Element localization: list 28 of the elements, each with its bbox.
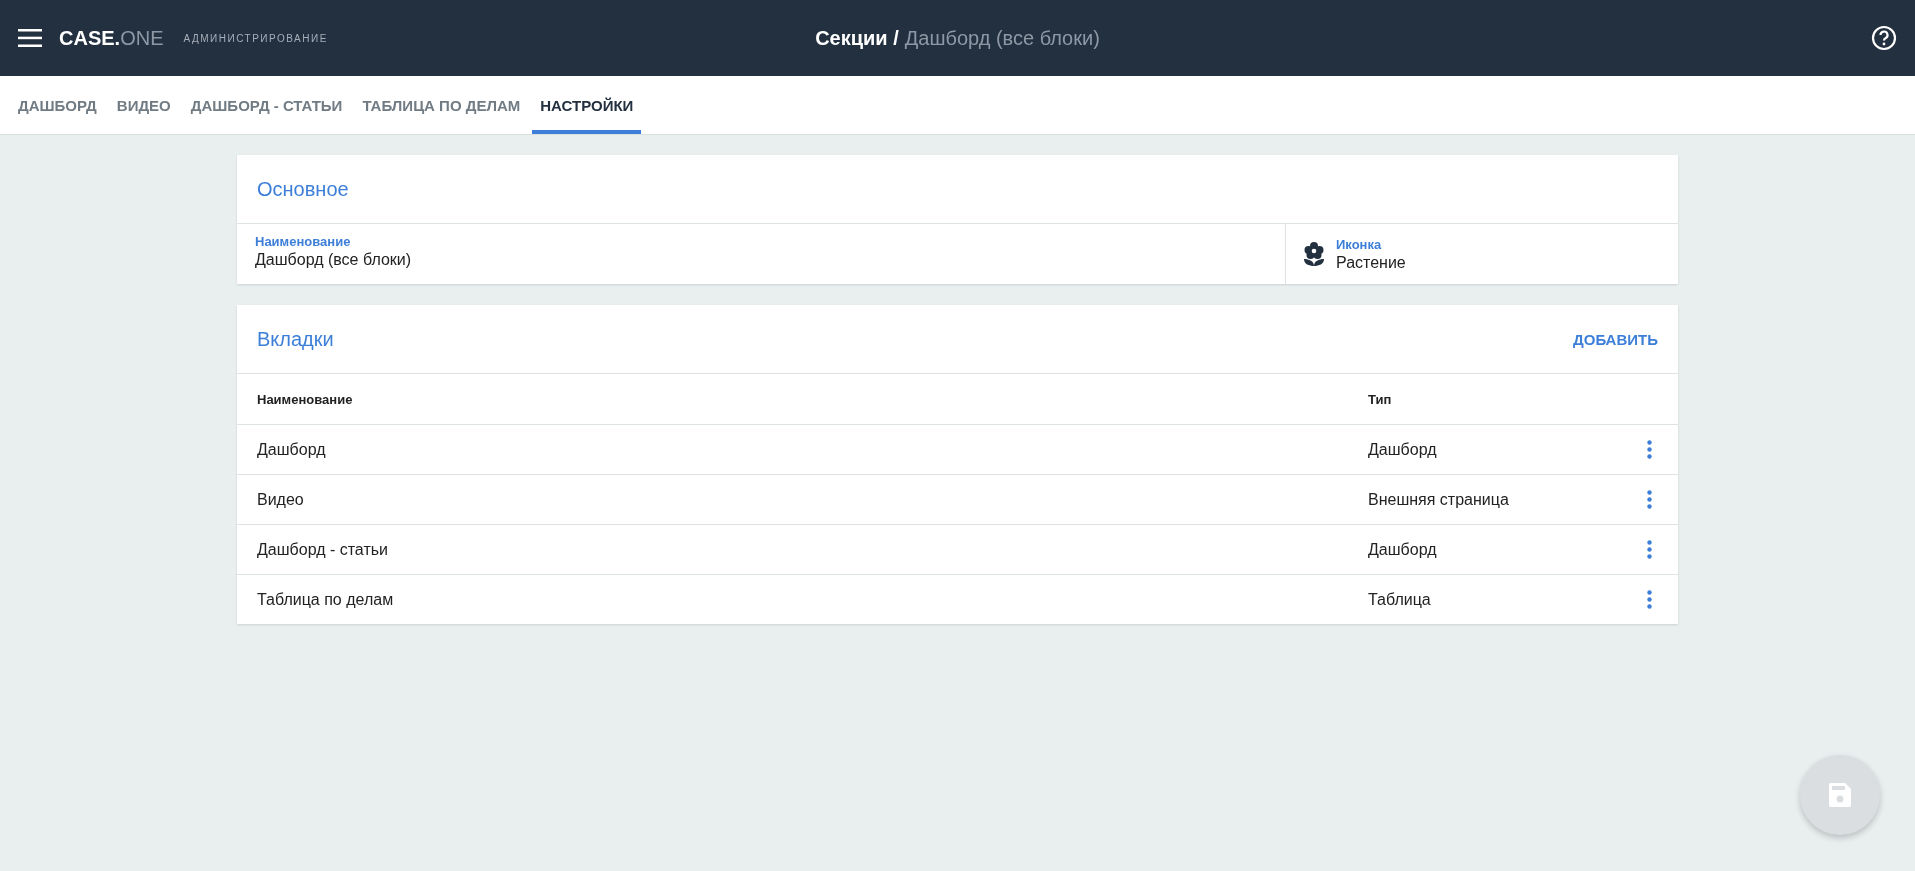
tab[interactable]: ТАБЛИЦА ПО ДЕЛАМ: [354, 76, 529, 134]
table-cell: Внешняя страница: [1348, 474, 1618, 525]
table-cell: Видео: [237, 474, 1348, 525]
column-header: Наименование: [237, 374, 1348, 425]
name-field[interactable]: Наименование Дашборд (все блоки): [237, 224, 1286, 284]
table-cell: Таблица по делам: [237, 574, 1348, 624]
save-icon: [1829, 783, 1851, 807]
tab[interactable]: ДАШБОРД: [10, 76, 105, 134]
logo: CASE.ONE: [59, 26, 164, 50]
table-cell: Дашборд: [1348, 524, 1618, 575]
icon-field[interactable]: Иконка Растение: [1336, 236, 1406, 272]
tab[interactable]: ВИДЕО: [108, 76, 179, 134]
section-title: Основное: [257, 177, 349, 201]
tab[interactable]: НАСТРОЙКИ: [532, 76, 642, 134]
help-icon[interactable]: [1871, 25, 1897, 51]
tab[interactable]: ДАШБОРД - СТАТЬИ: [182, 76, 351, 134]
section-title: Вкладки: [257, 327, 334, 351]
table-cell: Таблица: [1348, 574, 1618, 624]
add-button[interactable]: ДОБАВИТЬ: [1573, 324, 1658, 354]
breadcrumb-current: Дашборд (все блоки): [904, 26, 1100, 50]
column-header: Тип: [1348, 374, 1618, 425]
app-subtitle: АДМИНИСТРИРОВАНИЕ: [183, 32, 328, 44]
flower-icon: [1302, 241, 1326, 267]
table-cell: Дашборд: [237, 424, 1348, 475]
menu-icon[interactable]: [18, 29, 42, 47]
table-cell: Дашборд - статьи: [237, 524, 1348, 575]
table-cell: Дашборд: [1348, 424, 1618, 475]
breadcrumb-link[interactable]: Секции /: [815, 26, 899, 50]
